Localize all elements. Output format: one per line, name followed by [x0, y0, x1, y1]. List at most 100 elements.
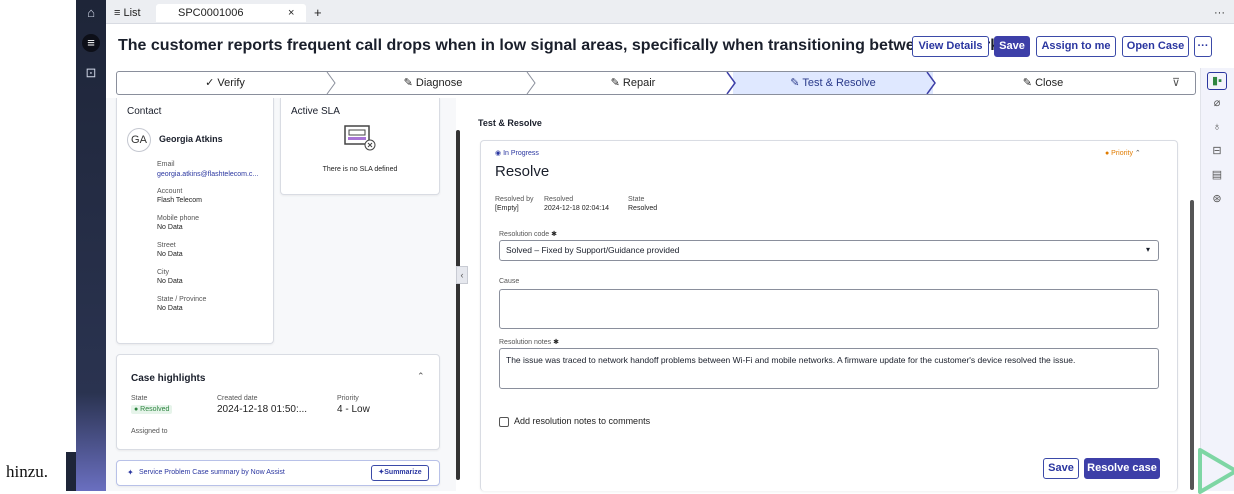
stage-verify[interactable]: ✓ Verify: [117, 72, 333, 94]
tab-case-label: SPC0001006: [178, 7, 244, 19]
chevron-up-icon: ⌃: [1134, 150, 1141, 157]
stage-diagnose[interactable]: ✎ Diagnose: [333, 72, 533, 94]
stage-divider: [926, 72, 936, 94]
resolution-notes-textarea[interactable]: The issue was traced to network handoff …: [499, 348, 1159, 389]
tab-list[interactable]: ≡ List: [114, 4, 141, 22]
record-header: The customer reports frequent call drops…: [106, 24, 1234, 68]
tabs-more-icon[interactable]: ···: [1214, 4, 1225, 22]
home-icon[interactable]: ⌂: [82, 4, 100, 22]
avatar: GA: [127, 128, 151, 152]
view-details-button[interactable]: View Details: [912, 36, 989, 57]
attachment-icon[interactable]: ⌀: [1210, 96, 1224, 110]
sla-empty-text: There is no SLA defined: [322, 166, 398, 173]
menu-icon[interactable]: ≡: [82, 34, 100, 52]
stage-test-resolve[interactable]: ✎ Test & Resolve: [733, 72, 933, 94]
priority-tag: ● Priority ⌃: [1105, 150, 1141, 157]
assign-to-me-button[interactable]: Assign to me: [1036, 36, 1116, 57]
resolution-code-label: Resolution code ✱: [499, 231, 558, 238]
add-tab-icon[interactable]: +: [314, 4, 322, 22]
open-case-button[interactable]: Open Case: [1122, 36, 1189, 57]
hl-created-label: Created date: [217, 395, 258, 402]
chevron-up-icon[interactable]: ⌃: [417, 371, 425, 382]
left-scrollbar[interactable]: [456, 130, 460, 480]
resolution-code-select[interactable]: Solved – Fixed by Support/Guidance provi…: [499, 240, 1159, 261]
resolved-by-value: [Empty]: [495, 205, 519, 212]
section-title: Test & Resolve: [478, 118, 542, 128]
resolved-value: 2024-12-18 02:04:14: [544, 205, 609, 212]
save-resolve-button[interactable]: Save: [1043, 458, 1079, 479]
hl-priority-value: 4 - Low: [337, 404, 370, 415]
tab-bar: ≡ List SPC0001006 × + ···: [106, 0, 1234, 24]
contact-name[interactable]: Georgia Atkins: [159, 134, 223, 144]
right-rail: ▮▪ ⌀ ♁ ⊟ ▤ ⊛: [1200, 68, 1234, 491]
highlights-heading: Case highlights: [131, 373, 206, 384]
location-icon[interactable]: ♁: [1210, 120, 1224, 134]
city-label: City: [157, 269, 170, 276]
case-highlights-card: Case highlights ⌃ State ● Resolved Creat…: [116, 354, 440, 450]
resolve-panel: Test & Resolve ◉ In Progress ● Priority …: [470, 98, 1200, 491]
tab-case[interactable]: SPC0001006 ×: [156, 4, 306, 22]
assist-label: Service Problem Case summary by Now Assi…: [139, 469, 285, 476]
stage-divider: [526, 72, 536, 94]
sla-card: Active SLA There is no SLA defined: [280, 98, 440, 195]
right-scrollbar[interactable]: [1190, 200, 1194, 490]
sla-empty-icon: [344, 125, 376, 151]
save-button[interactable]: Save: [994, 36, 1030, 57]
city-value: No Data: [157, 278, 183, 285]
street-label: Street: [157, 242, 176, 249]
stage-repair[interactable]: ✎ Repair: [533, 72, 733, 94]
in-progress-status: ◉ In Progress: [495, 150, 539, 157]
global-nav: ⌂ ≡ ⊡: [76, 0, 106, 491]
resolved-by-label: Resolved by: [495, 196, 534, 203]
resolve-case-button[interactable]: Resolve case: [1084, 458, 1160, 479]
stage-progress: ✓ Verify ✎ Diagnose ✎ Repair ✎ Test & Re…: [116, 71, 1196, 95]
summarize-button[interactable]: ✦Summarize: [371, 465, 429, 481]
state-value: Resolved: [628, 205, 658, 212]
email-label: Email: [157, 161, 175, 168]
resolved-label: Resolved: [544, 196, 574, 203]
filter-icon[interactable]: ⊽: [1172, 76, 1180, 89]
hl-state-label: State: [131, 395, 148, 402]
play-icon[interactable]: [1198, 448, 1234, 494]
resolve-card: ◉ In Progress ● Priority ⌃ Resolve Resol…: [480, 140, 1178, 491]
stage-close[interactable]: ✎ Close: [933, 72, 1153, 94]
stage-divider: [726, 72, 736, 94]
caption-text: hinzu.: [6, 462, 49, 481]
resolution-notes-label: Resolution notes ✱: [499, 339, 559, 346]
status-badge: ● Resolved: [131, 405, 173, 414]
inbox-icon[interactable]: ⊡: [82, 64, 100, 82]
dropdown-caret-icon: ▾: [1145, 245, 1150, 254]
document-icon[interactable]: ▤: [1210, 168, 1224, 182]
collapse-panel-icon[interactable]: ‹: [456, 266, 468, 284]
mobile-label: Mobile phone: [157, 215, 200, 222]
resolve-heading: Resolve: [495, 163, 550, 180]
state-value: No Data: [157, 305, 183, 312]
add-to-comments-checkbox[interactable]: [499, 417, 509, 427]
mobile-value: No Data: [157, 224, 183, 231]
case-title: The customer reports frequent call drops…: [118, 37, 1025, 55]
sla-heading: Active SLA: [291, 106, 340, 117]
left-panel: Contact GA Georgia Atkins Email georgia.…: [106, 98, 456, 491]
hl-assigned-label: Assigned to: [131, 428, 168, 435]
stage-divider: [326, 72, 336, 94]
email-link[interactable]: georgia.atkins@flashtelecom.c...: [157, 171, 258, 178]
details-icon[interactable]: ▮▪: [1207, 72, 1227, 90]
tab-close-icon[interactable]: ×: [288, 4, 294, 22]
contact-card: Contact GA Georgia Atkins Email georgia.…: [116, 98, 274, 344]
state-label: State: [628, 196, 645, 203]
state-label: State / Province: [157, 296, 207, 303]
cause-label: Cause: [499, 278, 520, 285]
street-value: No Data: [157, 251, 183, 258]
account-value: Flash Telecom: [157, 197, 203, 204]
inbox-icon[interactable]: ⊟: [1210, 144, 1224, 158]
add-to-comments-label: Add resolution notes to comments: [514, 416, 651, 426]
cause-textarea[interactable]: [499, 289, 1159, 329]
more-actions-button[interactable]: ···: [1194, 36, 1212, 57]
sparkle-icon: ✦: [127, 468, 134, 477]
caption-block: [66, 452, 76, 491]
contact-heading: Contact: [127, 106, 162, 117]
hl-created-value: 2024-12-18 01:50:...: [217, 404, 308, 415]
settings-icon[interactable]: ⊛: [1210, 192, 1224, 206]
hl-priority-label: Priority: [337, 395, 359, 402]
account-label: Account: [157, 188, 183, 195]
